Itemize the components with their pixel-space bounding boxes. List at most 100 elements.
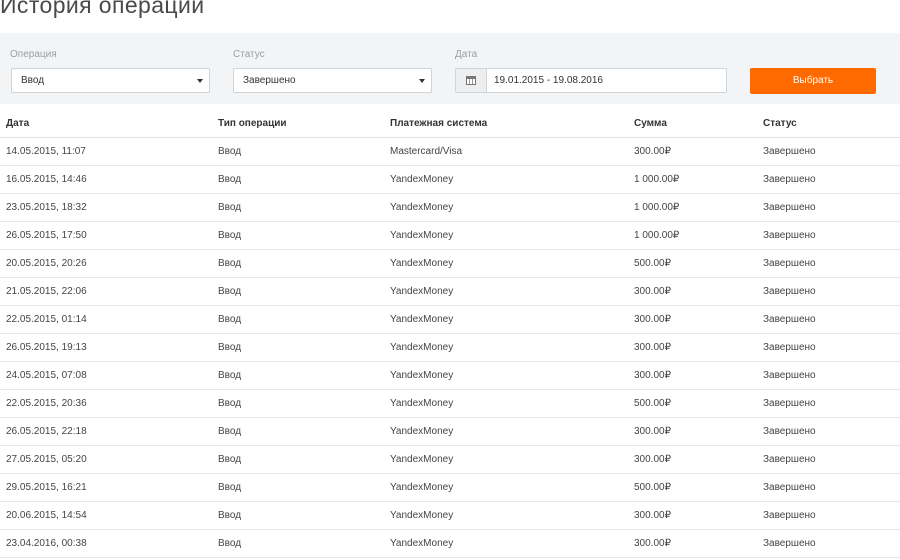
cell-amount: 300.00₽ <box>634 333 763 362</box>
cell-payment-system: YandexMoney <box>390 361 634 390</box>
cell-date: 26.05.2015, 17:50 <box>0 221 218 250</box>
table-row: 20.05.2015, 20:26 Ввод YandexMoney 500.0… <box>0 249 900 278</box>
cell-status: Завершено <box>763 389 900 418</box>
cell-payment-system: Mastercard/Visa <box>390 137 634 166</box>
calendar-button[interactable] <box>456 69 487 92</box>
cell-payment-system: YandexMoney <box>390 389 634 418</box>
cell-date: 21.05.2015, 22:06 <box>0 277 218 306</box>
cell-amount: 300.00₽ <box>634 529 763 558</box>
cell-status: Завершено <box>763 333 900 362</box>
cell-date: 16.05.2015, 14:46 <box>0 165 218 194</box>
cell-status: Завершено <box>763 445 900 474</box>
cell-amount: 1 000.00₽ <box>634 193 763 222</box>
table-row: 16.05.2015, 14:46 Ввод YandexMoney 1 000… <box>0 165 900 194</box>
column-header-date[interactable]: Дата <box>0 110 218 138</box>
cell-payment-system: YandexMoney <box>390 249 634 278</box>
column-header-amount[interactable]: Сумма <box>634 110 763 138</box>
cell-status: Завершено <box>763 501 900 530</box>
cell-payment-system: YandexMoney <box>390 445 634 474</box>
cell-amount: 300.00₽ <box>634 445 763 474</box>
status-select[interactable]: Завершено <box>233 68 432 93</box>
cell-status: Завершено <box>763 249 900 278</box>
date-range-field[interactable]: 19.01.2015 - 19.08.2016 <box>455 68 727 93</box>
table-row: 22.05.2015, 20:36 Ввод YandexMoney 500.0… <box>0 389 900 418</box>
operation-filter-label: Операция <box>10 49 57 60</box>
cell-date: 20.06.2015, 14:54 <box>0 501 218 530</box>
cell-payment-system: YandexMoney <box>390 333 634 362</box>
chevron-down-icon <box>197 79 203 83</box>
table-row: 26.05.2015, 17:50 Ввод YandexMoney 1 000… <box>0 221 900 250</box>
table-row: 27.05.2015, 05:20 Ввод YandexMoney 300.0… <box>0 445 900 474</box>
page-title: История операции <box>0 0 205 18</box>
table-header-row: Дата Тип операции Платежная система Сумм… <box>0 110 900 138</box>
cell-date: 26.05.2015, 19:13 <box>0 333 218 362</box>
cell-type: Ввод <box>218 333 390 362</box>
cell-status: Завершено <box>763 193 900 222</box>
cell-date: 20.05.2015, 20:26 <box>0 249 218 278</box>
cell-type: Ввод <box>218 501 390 530</box>
table-row: 23.05.2015, 18:32 Ввод YandexMoney 1 000… <box>0 193 900 222</box>
cell-date: 29.05.2015, 16:21 <box>0 473 218 502</box>
cell-type: Ввод <box>218 361 390 390</box>
cell-type: Ввод <box>218 529 390 558</box>
cell-type: Ввод <box>218 389 390 418</box>
cell-status: Завершено <box>763 221 900 250</box>
operation-select[interactable]: Ввод <box>11 68 210 93</box>
table-row: 26.05.2015, 19:13 Ввод YandexMoney 300.0… <box>0 333 900 362</box>
cell-payment-system: YandexMoney <box>390 305 634 334</box>
table-row: 14.05.2015, 11:07 Ввод Mastercard/Visa 3… <box>0 137 900 166</box>
table-body: 14.05.2015, 11:07 Ввод Mastercard/Visa 3… <box>0 137 900 558</box>
cell-amount: 300.00₽ <box>634 361 763 390</box>
cell-amount: 1 000.00₽ <box>634 165 763 194</box>
cell-type: Ввод <box>218 305 390 334</box>
submit-button[interactable]: Выбрать <box>750 68 876 94</box>
cell-payment-system: YandexMoney <box>390 529 634 558</box>
cell-payment-system: YandexMoney <box>390 501 634 530</box>
cell-date: 23.04.2016, 00:38 <box>0 529 218 558</box>
operations-table: Дата Тип операции Платежная система Сумм… <box>0 110 900 558</box>
table-row: 21.05.2015, 22:06 Ввод YandexMoney 300.0… <box>0 277 900 306</box>
cell-payment-system: YandexMoney <box>390 165 634 194</box>
cell-type: Ввод <box>218 221 390 250</box>
cell-payment-system: YandexMoney <box>390 277 634 306</box>
cell-status: Завершено <box>763 277 900 306</box>
cell-type: Ввод <box>218 473 390 502</box>
column-header-status[interactable]: Статус <box>763 110 900 138</box>
status-select-value: Завершено <box>243 75 296 86</box>
operation-select-value: Ввод <box>21 75 45 86</box>
cell-date: 27.05.2015, 05:20 <box>0 445 218 474</box>
cell-type: Ввод <box>218 445 390 474</box>
chevron-down-icon <box>419 79 425 83</box>
column-header-type[interactable]: Тип операции <box>218 110 390 138</box>
cell-status: Завершено <box>763 529 900 558</box>
cell-amount: 500.00₽ <box>634 473 763 502</box>
cell-payment-system: YandexMoney <box>390 417 634 446</box>
date-filter-label: Дата <box>455 49 478 60</box>
cell-status: Завершено <box>763 137 900 166</box>
cell-date: 22.05.2015, 20:36 <box>0 389 218 418</box>
table-row: 29.05.2015, 16:21 Ввод YandexMoney 500.0… <box>0 473 900 502</box>
cell-date: 22.05.2015, 01:14 <box>0 305 218 334</box>
cell-status: Завершено <box>763 417 900 446</box>
cell-date: 24.05.2015, 07:08 <box>0 361 218 390</box>
cell-date: 26.05.2015, 22:18 <box>0 417 218 446</box>
column-header-payment-system[interactable]: Платежная система <box>390 110 634 138</box>
cell-amount: 300.00₽ <box>634 305 763 334</box>
cell-payment-system: YandexMoney <box>390 193 634 222</box>
cell-date: 14.05.2015, 11:07 <box>0 137 218 166</box>
cell-type: Ввод <box>218 137 390 166</box>
cell-type: Ввод <box>218 417 390 446</box>
cell-type: Ввод <box>218 249 390 278</box>
table-row: 26.05.2015, 22:18 Ввод YandexMoney 300.0… <box>0 417 900 446</box>
cell-status: Завершено <box>763 361 900 390</box>
cell-amount: 300.00₽ <box>634 417 763 446</box>
cell-payment-system: YandexMoney <box>390 221 634 250</box>
cell-status: Завершено <box>763 165 900 194</box>
table-row: 20.06.2015, 14:54 Ввод YandexMoney 300.0… <box>0 501 900 530</box>
table-row: 22.05.2015, 01:14 Ввод YandexMoney 300.0… <box>0 305 900 334</box>
cell-type: Ввод <box>218 193 390 222</box>
operations-history-page: История операции Операция Ввод Статус За… <box>0 0 900 560</box>
cell-amount: 300.00₽ <box>634 277 763 306</box>
status-filter-label: Статус <box>233 49 265 60</box>
cell-amount: 500.00₽ <box>634 249 763 278</box>
